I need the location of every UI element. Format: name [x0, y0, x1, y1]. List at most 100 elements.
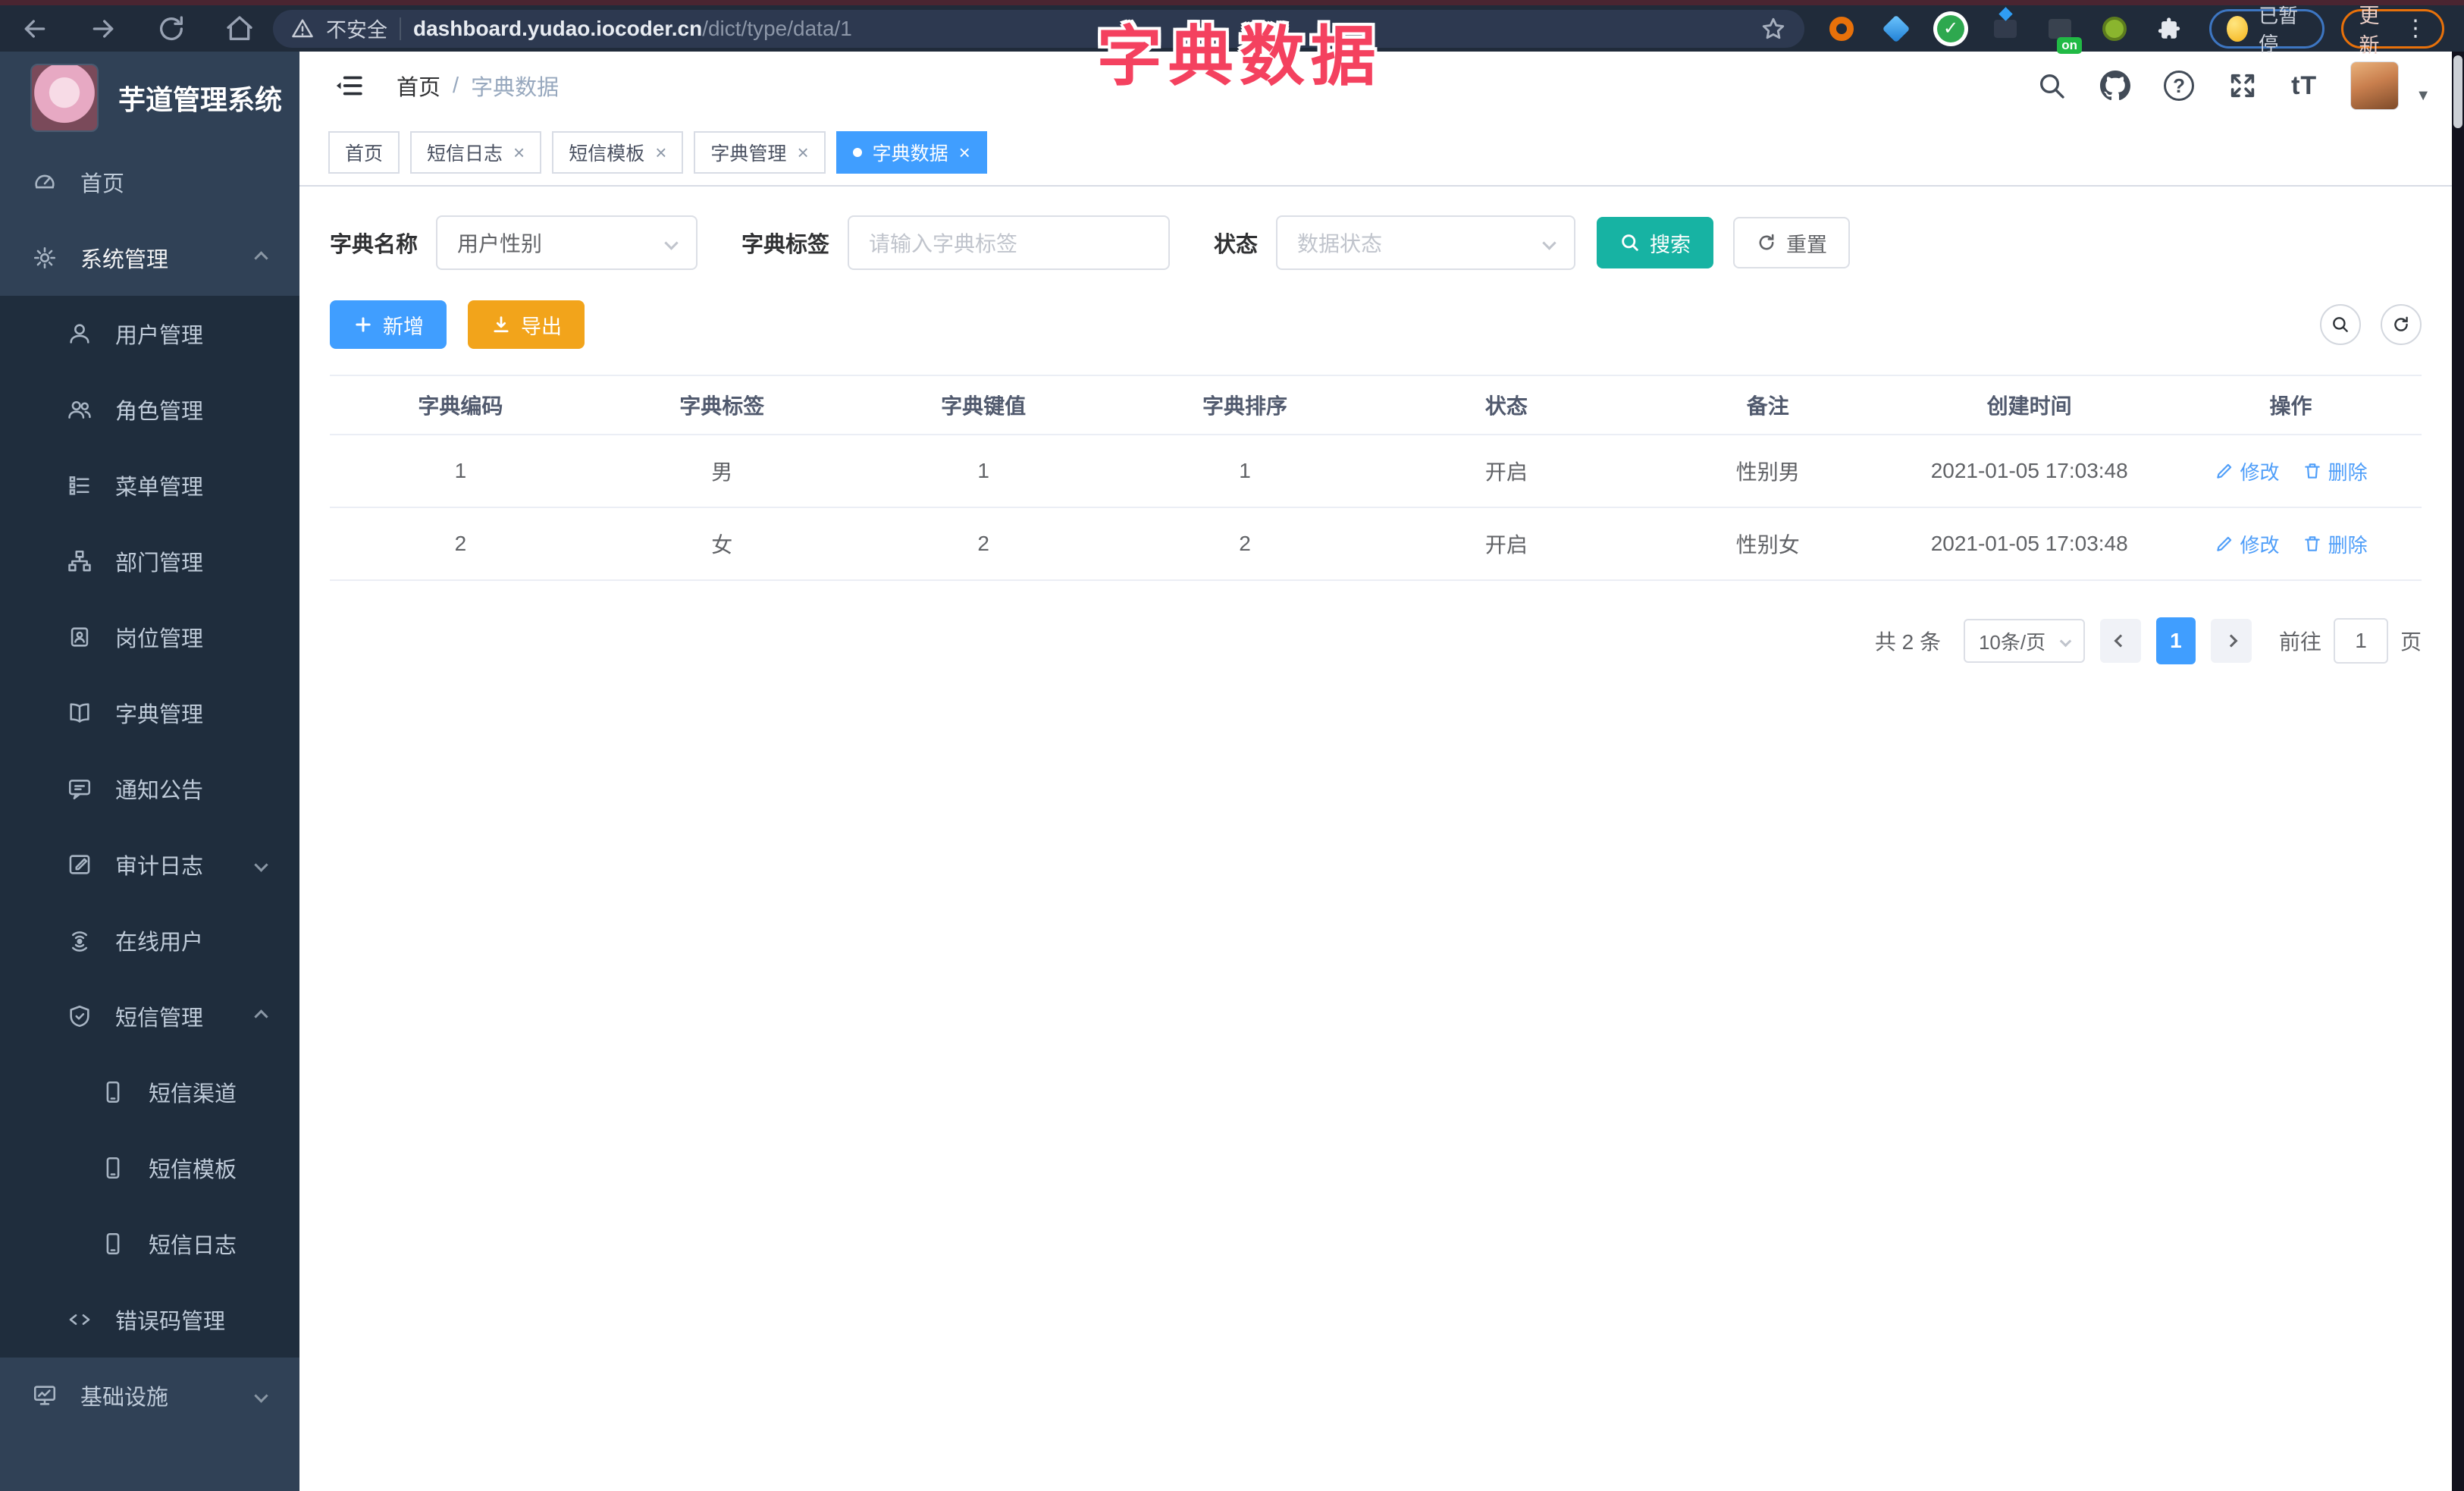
- fullscreen-icon[interactable]: [2227, 71, 2258, 101]
- reset-button[interactable]: 重置: [1733, 217, 1851, 268]
- edit-button[interactable]: 修改: [2215, 530, 2280, 558]
- prev-page-button[interactable]: [2099, 619, 2141, 663]
- sidebar-item-user-mgmt[interactable]: 用户管理: [0, 296, 299, 372]
- goto-page-input[interactable]: [2333, 618, 2388, 664]
- help-icon[interactable]: ?: [2164, 71, 2195, 101]
- table-toolbar: 新增 导出: [330, 300, 2422, 349]
- total-count: 共 2 条: [1874, 630, 1941, 654]
- scrollbar-thumb[interactable]: [2453, 55, 2462, 128]
- extension-paused-badge[interactable]: 已暂停: [2209, 5, 2325, 55]
- search-icon[interactable]: [2036, 71, 2067, 101]
- extension-gem-icon[interactable]: [1882, 14, 1911, 43]
- tab-sms-log[interactable]: 短信日志 ×: [410, 131, 542, 174]
- org-tree-icon: [68, 550, 91, 572]
- close-icon[interactable]: ×: [797, 141, 808, 165]
- extension-ring-icon[interactable]: [1827, 14, 1856, 43]
- sidebar-item-role-mgmt[interactable]: 角色管理: [0, 372, 299, 447]
- table-row[interactable]: 2 女 2 2 开启 性别女 2021-01-05 17:03:48 修改 删除: [330, 508, 2422, 581]
- app-logo[interactable]: 芋道管理系统: [0, 52, 299, 144]
- sidebar-item-sms-template[interactable]: 短信模板: [0, 1130, 299, 1206]
- refresh-table-button[interactable]: [2381, 304, 2422, 345]
- extension-green-icon[interactable]: [2100, 14, 2129, 43]
- extensions-puzzle-icon[interactable]: [2155, 14, 2183, 43]
- user-avatar[interactable]: [2350, 61, 2400, 110]
- sidebar-item-notice[interactable]: 通知公告: [0, 751, 299, 827]
- logo-image: [30, 64, 99, 132]
- sidebar-item-sms-log[interactable]: 短信日志: [0, 1206, 299, 1282]
- sidebar-item-home[interactable]: 首页: [0, 144, 299, 220]
- browser-menu-icon[interactable]: ⋮: [2404, 17, 2427, 40]
- page-size-select[interactable]: 10条/页: [1963, 619, 2085, 663]
- add-button[interactable]: 新增: [330, 300, 447, 349]
- plus-icon: [356, 317, 371, 332]
- delete-button[interactable]: 删除: [2303, 457, 2368, 485]
- tab-dict-data[interactable]: 字典数据 ×: [835, 131, 987, 174]
- sidebar-item-audit-log[interactable]: 审计日志: [0, 827, 299, 902]
- tab-dict-mgmt[interactable]: 字典管理 ×: [694, 131, 826, 174]
- extensions-area: ✓ on: [1827, 14, 2183, 54]
- dict-tag-input[interactable]: 请输入字典标签: [848, 215, 1171, 270]
- sidebar: 芋道管理系统 首页 系统管理 用户管理 角色管理 菜单管理 部门管理 岗位管理 …: [0, 52, 299, 1491]
- search-icon: [2333, 317, 2348, 332]
- bookmark-star-icon[interactable]: [1760, 16, 1786, 42]
- online-signal-icon: [71, 931, 88, 952]
- browser-reload-icon[interactable]: [156, 14, 187, 44]
- tab-home[interactable]: 首页: [328, 131, 400, 174]
- browser-home-icon[interactable]: [224, 14, 255, 44]
- sidebar-collapse-button[interactable]: [333, 70, 365, 102]
- sidebar-item-post-mgmt[interactable]: 岗位管理: [0, 599, 299, 675]
- browser-update-button[interactable]: 更新 ⋮: [2341, 5, 2444, 57]
- extension-sliders-icon[interactable]: [1991, 14, 2020, 43]
- table-row[interactable]: 1 男 1 1 开启 性别男 2021-01-05 17:03:48 修改 删除: [330, 435, 2422, 508]
- badge-icon: [71, 627, 89, 647]
- sidebar-item-dept-mgmt[interactable]: 部门管理: [0, 523, 299, 599]
- sidebar-item-system-mgmt[interactable]: 系统管理: [0, 220, 299, 296]
- page-content: 字典名称 用户性别 字典标签 请输入字典标签 状态 数据状态 搜索 重置 新增 …: [299, 187, 2464, 1491]
- font-size-icon[interactable]: tT: [2291, 71, 2317, 101]
- sidebar-item-sms-mgmt[interactable]: 短信管理: [0, 978, 299, 1054]
- chevron-down-icon: [254, 1388, 268, 1403]
- browser-forward-icon[interactable]: [88, 14, 118, 44]
- extension-check-icon[interactable]: ✓: [1936, 14, 1965, 43]
- security-label[interactable]: 不安全: [326, 14, 387, 43]
- export-button[interactable]: 导出: [468, 300, 585, 349]
- not-secure-warning-icon: [292, 19, 313, 37]
- page-url[interactable]: dashboard.yudao.iocoder.cn/dict/type/dat…: [413, 17, 852, 41]
- dict-name-select[interactable]: 用户性别: [436, 215, 698, 270]
- address-bar[interactable]: 不安全 dashboard.yudao.iocoder.cn/dict/type…: [273, 9, 1804, 48]
- user-icon: [70, 324, 89, 344]
- sidebar-item-menu-mgmt[interactable]: 菜单管理: [0, 447, 299, 523]
- page-number-active[interactable]: 1: [2155, 617, 2196, 664]
- status-select[interactable]: 数据状态: [1276, 215, 1576, 270]
- sidebar-item-dict-mgmt[interactable]: 字典管理: [0, 675, 299, 751]
- sidebar-item-online-users[interactable]: 在线用户: [0, 902, 299, 978]
- page-scrollbar[interactable]: [2452, 52, 2464, 1491]
- chevron-down-icon: [1542, 235, 1556, 250]
- next-page-button[interactable]: [2210, 619, 2252, 663]
- close-icon[interactable]: ×: [655, 141, 666, 165]
- toggle-search-button[interactable]: [2320, 304, 2361, 345]
- extension-on-icon[interactable]: on: [2045, 14, 2082, 54]
- chevron-down-icon[interactable]: ▼: [2415, 87, 2431, 105]
- menu-list-icon: [69, 476, 89, 495]
- breadcrumb-separator: /: [453, 73, 459, 98]
- download-icon: [494, 316, 509, 333]
- close-icon[interactable]: ×: [959, 141, 970, 165]
- chevron-up-icon: [254, 250, 268, 265]
- sidebar-item-error-code-mgmt[interactable]: 错误码管理: [0, 1282, 299, 1358]
- app-title: 芋道管理系统: [118, 84, 283, 115]
- search-button[interactable]: 搜索: [1597, 217, 1714, 268]
- gear-icon: [33, 246, 56, 269]
- edit-button[interactable]: 修改: [2215, 457, 2280, 485]
- browser-back-icon[interactable]: [20, 14, 50, 44]
- tab-sms-template[interactable]: 短信模板 ×: [552, 131, 684, 174]
- sidebar-item-infrastructure[interactable]: 基础设施: [0, 1358, 299, 1433]
- pencil-icon: [2216, 536, 2231, 551]
- sidebar-item-sms-channel[interactable]: 短信渠道: [0, 1054, 299, 1130]
- delete-button[interactable]: 删除: [2303, 530, 2368, 558]
- page-unit-label: 页: [2400, 630, 2422, 654]
- close-icon[interactable]: ×: [513, 141, 525, 165]
- breadcrumb-home[interactable]: 首页: [397, 70, 440, 102]
- github-icon[interactable]: [2100, 71, 2131, 101]
- phone-icon: [106, 1157, 120, 1179]
